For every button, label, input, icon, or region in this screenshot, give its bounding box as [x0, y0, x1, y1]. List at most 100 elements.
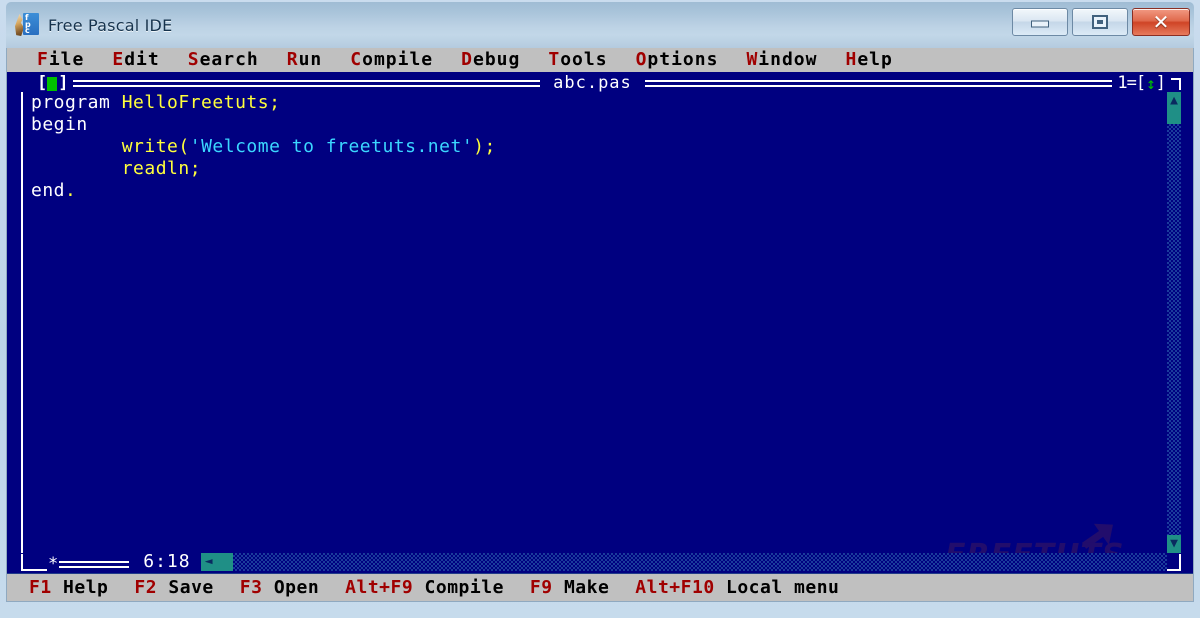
code-text-area[interactable]: program HelloFreetuts; begin write('Welco…: [29, 92, 1167, 553]
menu-item-help[interactable]: Help: [831, 49, 906, 71]
menu-label: ptions: [647, 49, 719, 70]
menu-label: ebug: [473, 49, 521, 70]
menu-label: un: [298, 49, 323, 70]
code-token: 'Welcome to freetuts.net': [189, 136, 474, 157]
status-key: Alt+F9: [345, 576, 414, 598]
menu-label: ompile: [362, 49, 434, 70]
close-box-marker: [47, 76, 58, 91]
status-label: Local menu: [726, 576, 840, 598]
scroll-down-arrow-icon[interactable]: ▼: [1167, 535, 1181, 553]
menu-item-compile[interactable]: Compile: [336, 49, 447, 71]
menu-label: dit: [124, 49, 160, 70]
close-box-left-bracket: [: [37, 73, 47, 93]
code-token: program: [31, 92, 122, 113]
window-number-end: ]: [1155, 73, 1166, 93]
close-button[interactable]: ✕: [1132, 8, 1190, 36]
horizontal-scrollbar-thumb[interactable]: [216, 553, 233, 571]
menu-label: elp: [857, 49, 893, 70]
status-item-save[interactable]: F2 Save: [134, 576, 213, 600]
minimize-icon: [1031, 20, 1049, 28]
editor-body: program HelloFreetuts; begin write('Welco…: [21, 92, 1181, 553]
menu-item-edit[interactable]: Edit: [98, 49, 173, 71]
close-icon: ✕: [1152, 10, 1170, 34]
menu-hotkey: E: [112, 49, 125, 70]
menu-item-run[interactable]: Run: [273, 49, 337, 71]
code-token: .: [65, 180, 77, 201]
code-line: readln;: [31, 158, 1167, 180]
editor-window-number[interactable]: 1=[↕]: [1117, 73, 1166, 93]
menu-hotkey: F: [37, 49, 49, 70]
maximize-icon: [1092, 15, 1108, 29]
status-label: Help: [63, 576, 109, 598]
code-token: end: [31, 180, 66, 201]
status-item-make[interactable]: F9 Make: [530, 576, 609, 600]
application-window: f p c Free Pascal IDE ✕ File Edit Search…: [0, 0, 1200, 618]
close-box-right-bracket: ]: [58, 73, 68, 93]
ide-client-area: File Edit Search Run Compile Debug Tools…: [6, 48, 1194, 602]
resize-corner-top-right: [1171, 77, 1182, 90]
menu-hotkey: D: [461, 49, 473, 70]
horizontal-scrollbar[interactable]: ◄: [200, 553, 1167, 571]
menu-hotkey: R: [286, 49, 299, 70]
menu-item-tools[interactable]: Tools: [534, 49, 621, 71]
frame-line-right: [644, 80, 1113, 87]
code-token: readln;: [121, 158, 202, 179]
resize-corner-bottom-left: [21, 553, 47, 571]
editor-bottom-frame: * 6:18 ◄: [21, 551, 1181, 572]
status-item-open[interactable]: F3 Open: [240, 576, 319, 600]
menu-item-search[interactable]: Search: [174, 49, 273, 71]
frame-line-bottom: [59, 560, 130, 568]
status-key: Alt+F10: [635, 576, 715, 598]
editor-left-border: [21, 92, 29, 553]
menu-hotkey: T: [548, 49, 561, 70]
status-item-compile[interactable]: Alt+F9 Compile: [345, 576, 504, 600]
vertical-scrollbar-thumb[interactable]: [1167, 110, 1181, 124]
fpc-logo-icon[interactable]: f p c: [14, 12, 40, 38]
status-key: F9: [529, 576, 553, 598]
status-key: F3: [239, 576, 263, 598]
menu-item-options[interactable]: Options: [622, 49, 733, 71]
scroll-up-arrow-icon[interactable]: ▲: [1167, 92, 1181, 110]
menu-item-debug[interactable]: Debug: [447, 49, 534, 71]
resize-corner-bottom-right[interactable]: [1167, 553, 1181, 571]
window-number-text: 1=[: [1117, 73, 1146, 93]
status-label: Save: [168, 576, 214, 598]
ide-menubar: File Edit Search Run Compile Debug Tools…: [7, 48, 1193, 73]
code-token: HelloFreetuts;: [121, 92, 281, 113]
code-line: write('Welcome to freetuts.net');: [31, 136, 1167, 158]
window-controls: ✕: [1012, 8, 1190, 36]
code-token: write(: [121, 136, 190, 157]
menu-label: indow: [758, 49, 818, 70]
maximize-button[interactable]: [1072, 8, 1128, 36]
zoom-box-icon: ↕: [1146, 74, 1156, 93]
status-label: Compile: [424, 576, 504, 598]
minimize-button[interactable]: [1012, 8, 1068, 36]
code-token: begin: [31, 114, 88, 135]
menu-hotkey: S: [187, 49, 200, 70]
cursor-position-indicator: 6:18: [143, 551, 191, 572]
status-item-help[interactable]: F1 Help: [29, 576, 108, 600]
window-titlebar[interactable]: f p c Free Pascal IDE ✕: [6, 2, 1194, 48]
menu-item-file[interactable]: File: [23, 49, 98, 71]
menu-hotkey: H: [845, 49, 858, 70]
editor-window: [] abc.pas 1=[↕] program HelloFreetuts; b…: [21, 73, 1182, 572]
vertical-scrollbar[interactable]: ▲ ▼: [1167, 92, 1181, 553]
status-key: F2: [134, 576, 158, 598]
menu-hotkey: W: [746, 49, 759, 70]
menu-label: ile: [48, 49, 85, 70]
scroll-left-arrow-icon[interactable]: ◄: [200, 553, 217, 571]
menu-label: earch: [199, 49, 259, 70]
editor-filename: abc.pas: [553, 73, 632, 93]
menu-item-window[interactable]: Window: [732, 49, 831, 71]
editor-titlebar[interactable]: [] abc.pas 1=[↕]: [21, 73, 1182, 93]
status-item-local-menu[interactable]: Alt+F10 Local menu: [635, 576, 839, 600]
editor-close-box[interactable]: []: [37, 73, 69, 93]
code-token: );: [473, 136, 496, 157]
menu-label: ools: [560, 49, 608, 70]
code-line: program HelloFreetuts;: [31, 92, 1167, 114]
code-line: end.: [31, 180, 1167, 202]
frame-line-left: [72, 80, 541, 87]
menu-hotkey: C: [350, 49, 363, 70]
